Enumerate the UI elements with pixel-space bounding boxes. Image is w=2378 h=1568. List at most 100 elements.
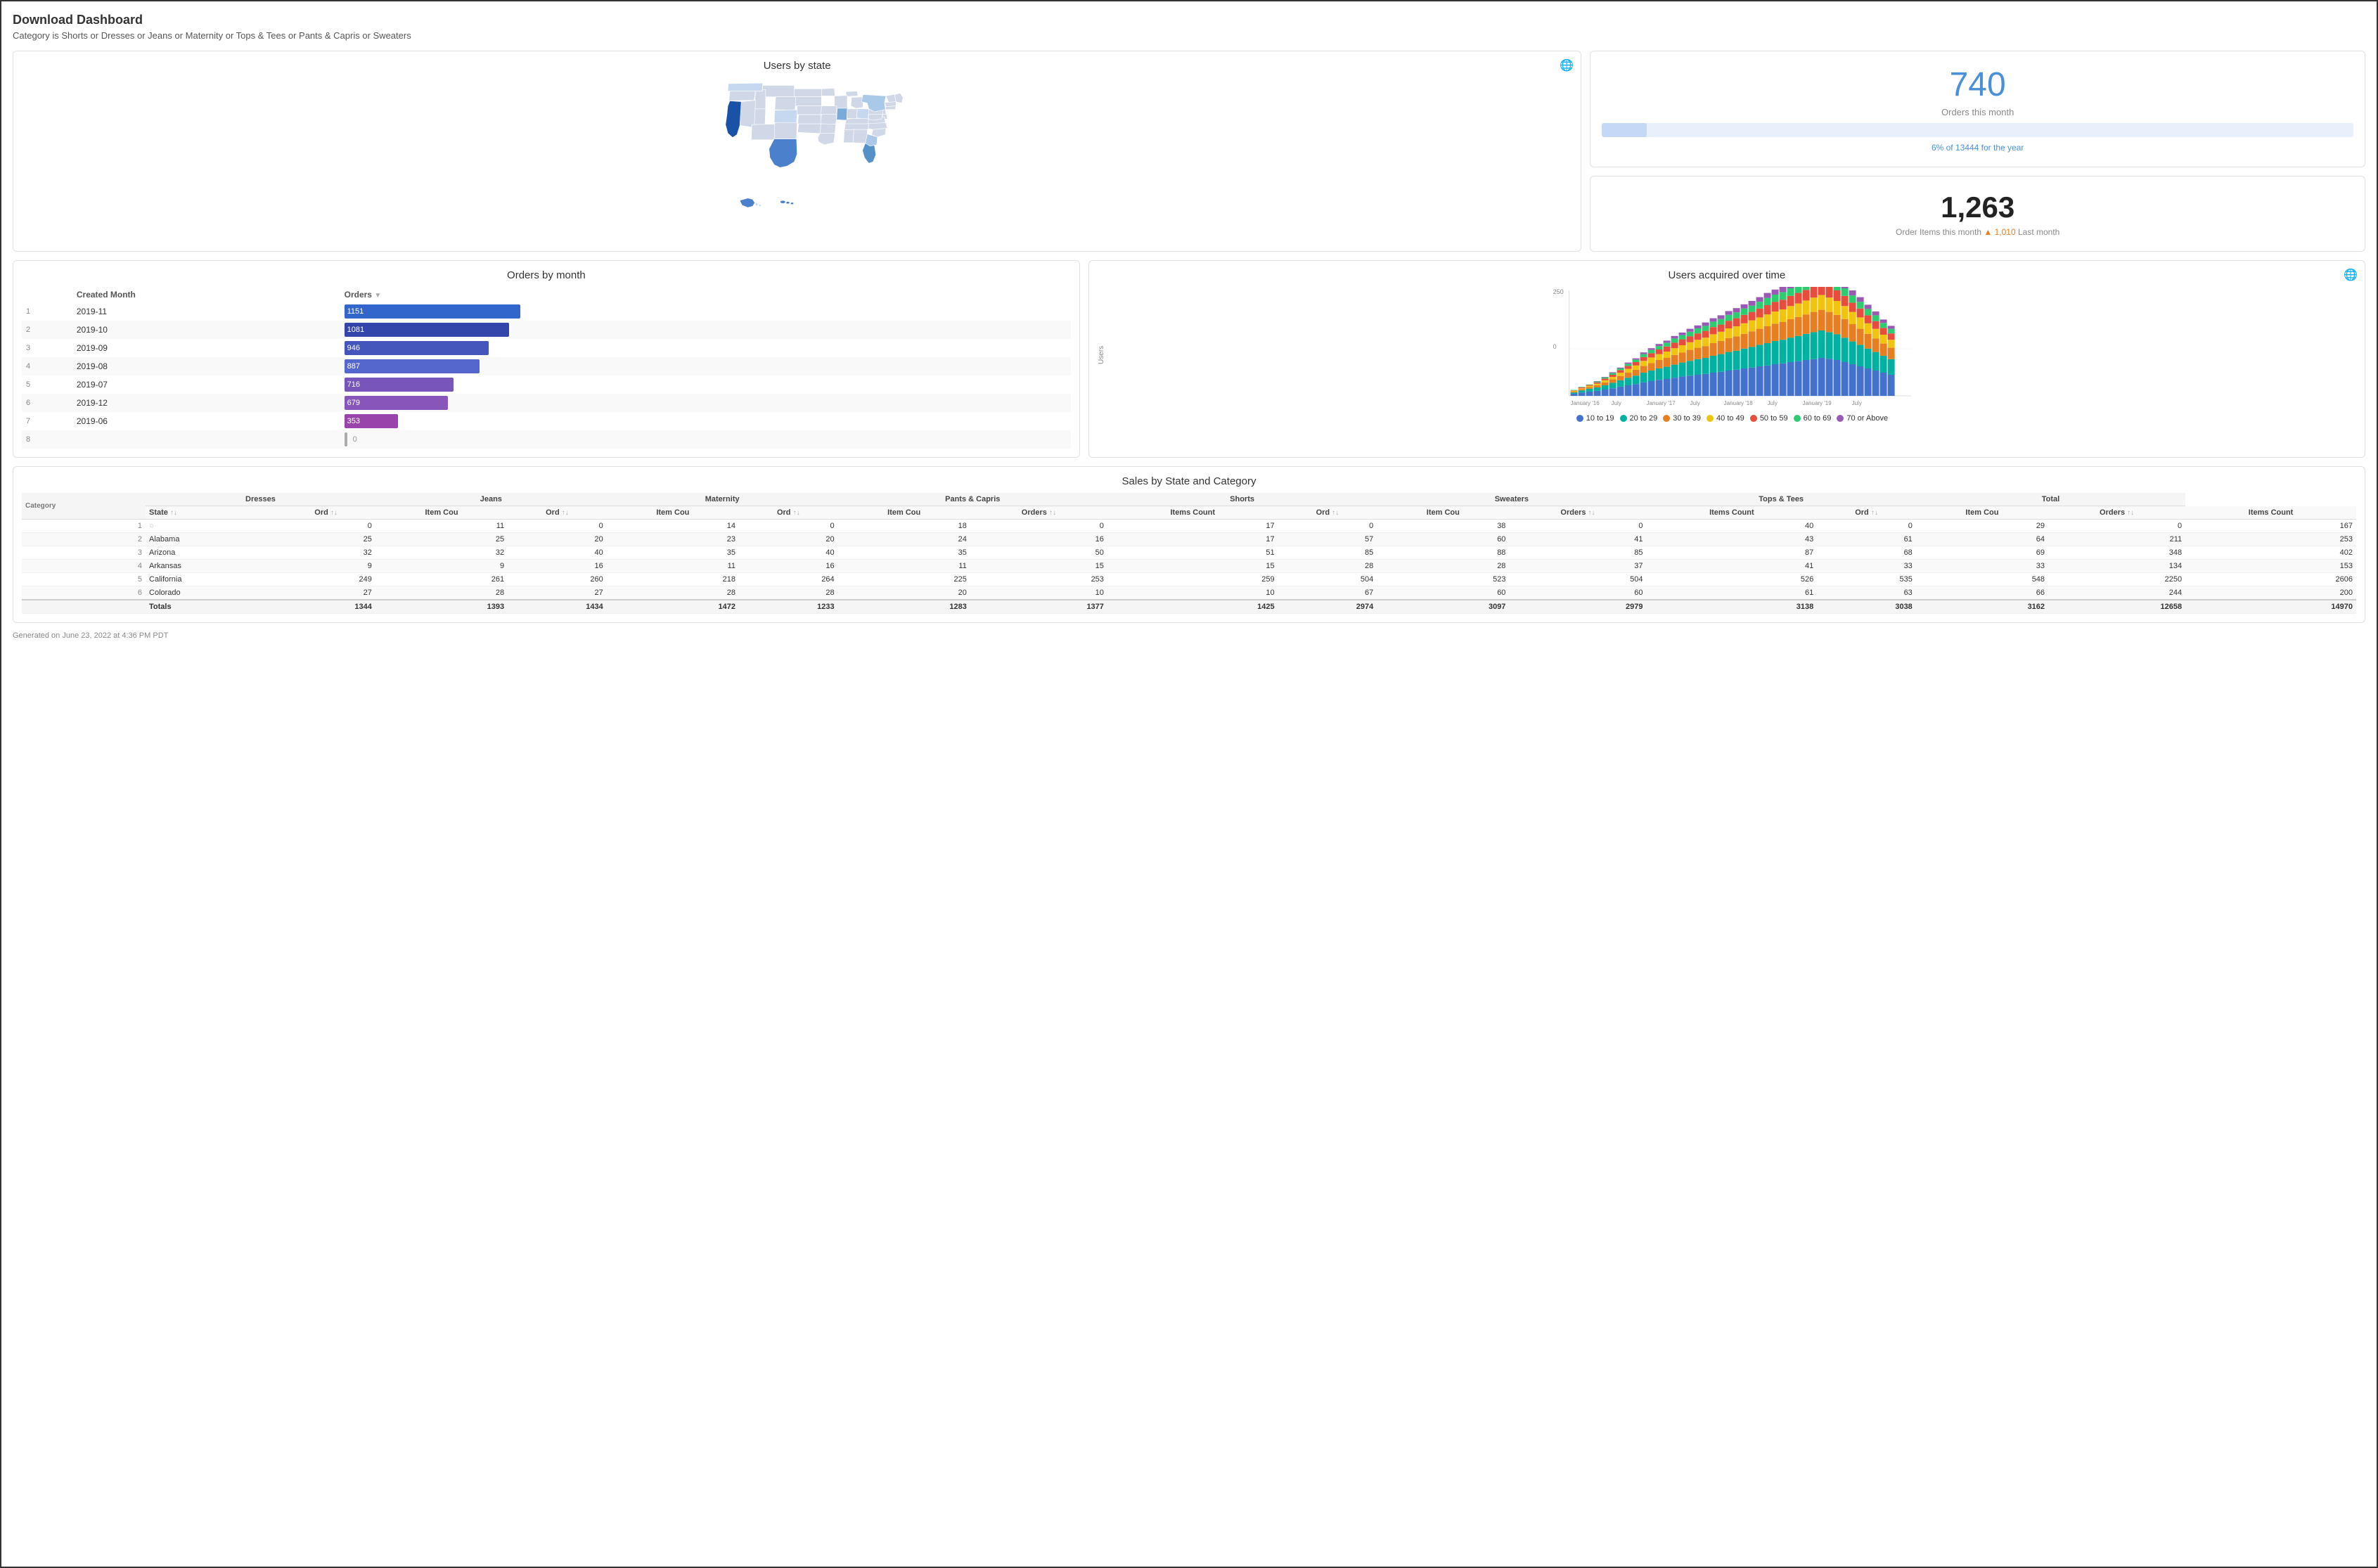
shorts-ord-header: Ord ↑↓ [1278, 506, 1377, 520]
svg-text:0: 0 [1553, 343, 1556, 350]
dresses-ord-header: Ord ↑↓ [276, 506, 375, 520]
mat-ord-header: Ord ↑↓ [739, 506, 838, 520]
order-month [72, 430, 340, 449]
users-chart-title: Users acquired over time [1098, 269, 2356, 281]
legend-item: 10 to 19 [1576, 414, 1614, 423]
row-num: 3 [22, 339, 72, 357]
svg-text:January '16: January '16 [1570, 400, 1600, 406]
tops-items-header: Item Cou [1916, 506, 2048, 520]
svg-text:July: July [1851, 400, 1861, 406]
order-month: 2019-10 [72, 321, 340, 339]
page-subtitle: Category is Shorts or Dresses or Jeans o… [13, 30, 2365, 41]
state-cell: California [146, 573, 276, 586]
dresses-items-header: Item Cou [375, 506, 508, 520]
order-month: 2019-12 [72, 394, 340, 412]
maternity-header: Maternity [607, 493, 838, 506]
state-cell: Arizona [146, 546, 276, 560]
footer-text: Generated on June 23, 2022 at 4:36 PM PD… [13, 631, 2365, 640]
row-num: 6 [22, 394, 72, 412]
order-items-label: Order Items this month ▲ 1,010 Last mont… [1602, 227, 2353, 237]
sales-table-section: Sales by State and Category Category Dre… [13, 466, 2365, 623]
order-month: 2019-08 [72, 357, 340, 375]
row-num: 5 [22, 573, 146, 586]
row-num: 2 [22, 321, 72, 339]
orders-col2-header: Orders ▼ [340, 287, 1071, 302]
orders-by-month-card: Orders by month Created Month Orders ▼ 1… [13, 260, 1080, 458]
category-header: Category [22, 493, 146, 520]
sweat-items-header: Items Count [1647, 506, 1818, 520]
row-num: 6 [22, 586, 146, 600]
globe-icon: 🌐 [1560, 58, 1574, 72]
order-bar-cell: 1151 [340, 302, 1071, 321]
legend-item: 20 to 29 [1620, 414, 1658, 423]
jeans-header: Jeans [375, 493, 607, 506]
map-title: Users by state [22, 60, 1572, 72]
total-ord-header: Orders ↑↓ [2048, 506, 2185, 520]
row-num: 4 [22, 357, 72, 375]
order-items-card: 1,263 Order Items this month ▲ 1,010 Las… [1590, 176, 2365, 252]
svg-text:July: July [1690, 400, 1699, 406]
pants-header: Pants & Capris [838, 493, 1107, 506]
sales-table-title: Sales by State and Category [22, 475, 2356, 487]
order-bar-cell: 1081 [340, 321, 1071, 339]
chart-globe-icon: 🌐 [2344, 268, 2358, 282]
orders-progress-bar [1602, 123, 1647, 137]
chart-legend: 10 to 1920 to 2930 to 3940 to 4950 to 59… [1108, 414, 2356, 423]
pants-items-header: Items Count [1107, 506, 1278, 520]
row-num: 2 [22, 533, 146, 546]
order-items-count: 1,263 [1602, 191, 2353, 224]
state-cell: Alabama [146, 533, 276, 546]
state-cell: ○ [146, 520, 276, 533]
order-bar-cell: 887 [340, 357, 1071, 375]
shorts-items-header: Item Cou [1377, 506, 1509, 520]
state-col-header: State ↑↓ [146, 506, 276, 520]
order-bar-cell: 0 [340, 430, 1071, 449]
svg-text:January '19: January '19 [1802, 400, 1832, 406]
stats-column: 740 Orders this month 6% of 13444 for th… [1590, 51, 2365, 252]
svg-text:250: 250 [1553, 288, 1563, 295]
legend-item: 70 or Above [1837, 414, 1888, 423]
row-num: 7 [22, 412, 72, 430]
dresses-header: Dresses [146, 493, 375, 506]
sweat-ord-header: Orders ↑↓ [1509, 506, 1646, 520]
legend-item: 60 to 69 [1794, 414, 1832, 423]
state-cell: Arkansas [146, 560, 276, 573]
mat-items-header: Item Cou [838, 506, 970, 520]
order-month: 2019-06 [72, 412, 340, 430]
order-bar-cell: 679 [340, 394, 1071, 412]
order-month: 2019-09 [72, 339, 340, 357]
orders-bar-label: 6% of 13444 for the year [1602, 143, 2353, 153]
up-arrow-icon: ▲ [1984, 227, 1994, 237]
legend-item: 50 to 59 [1750, 414, 1788, 423]
orders-count: 740 [1602, 65, 2353, 104]
map-card: Users by state 🌐 [13, 51, 1581, 252]
y-axis-label: Users [1098, 287, 1105, 423]
orders-col1-header: Created Month [72, 287, 340, 302]
row-num: 1 [22, 520, 146, 533]
page-title: Download Dashboard [13, 13, 2365, 27]
orders-table: Created Month Orders ▼ 1 2019-11 1151 2 … [22, 287, 1071, 449]
jeans-items-header: Item Cou [607, 506, 739, 520]
users-chart-svg: 250 0 January '16 July January '17 [1108, 287, 2356, 406]
sweaters-header: Sweaters [1377, 493, 1646, 506]
state-cell: Colorado [146, 586, 276, 600]
users-over-time-card: Users acquired over time 🌐 Users 250 0 [1088, 260, 2365, 458]
sales-table: Category Dresses Jeans Maternity Pants &… [22, 493, 2356, 614]
row-num: 4 [22, 560, 146, 573]
orders-progress-bar-container [1602, 123, 2353, 137]
order-month: 2019-11 [72, 302, 340, 321]
shorts-header: Shorts [1107, 493, 1377, 506]
total-header: Total [1916, 493, 2185, 506]
svg-text:January '17: January '17 [1646, 400, 1676, 406]
order-bar-cell: 716 [340, 375, 1071, 394]
us-map [22, 77, 1572, 232]
svg-text:July: July [1611, 400, 1621, 406]
total-items-header: Items Count [2185, 506, 2356, 520]
jeans-ord-header: Ord ↑↓ [508, 506, 607, 520]
row-num: 3 [22, 546, 146, 560]
tops-header: Tops & Tees [1647, 493, 1916, 506]
row-num: 5 [22, 375, 72, 394]
svg-text:July: July [1767, 400, 1777, 406]
pants-ord-header: Orders ↑↓ [970, 506, 1107, 520]
tops-ord-header: Ord ↑↓ [1817, 506, 1916, 520]
